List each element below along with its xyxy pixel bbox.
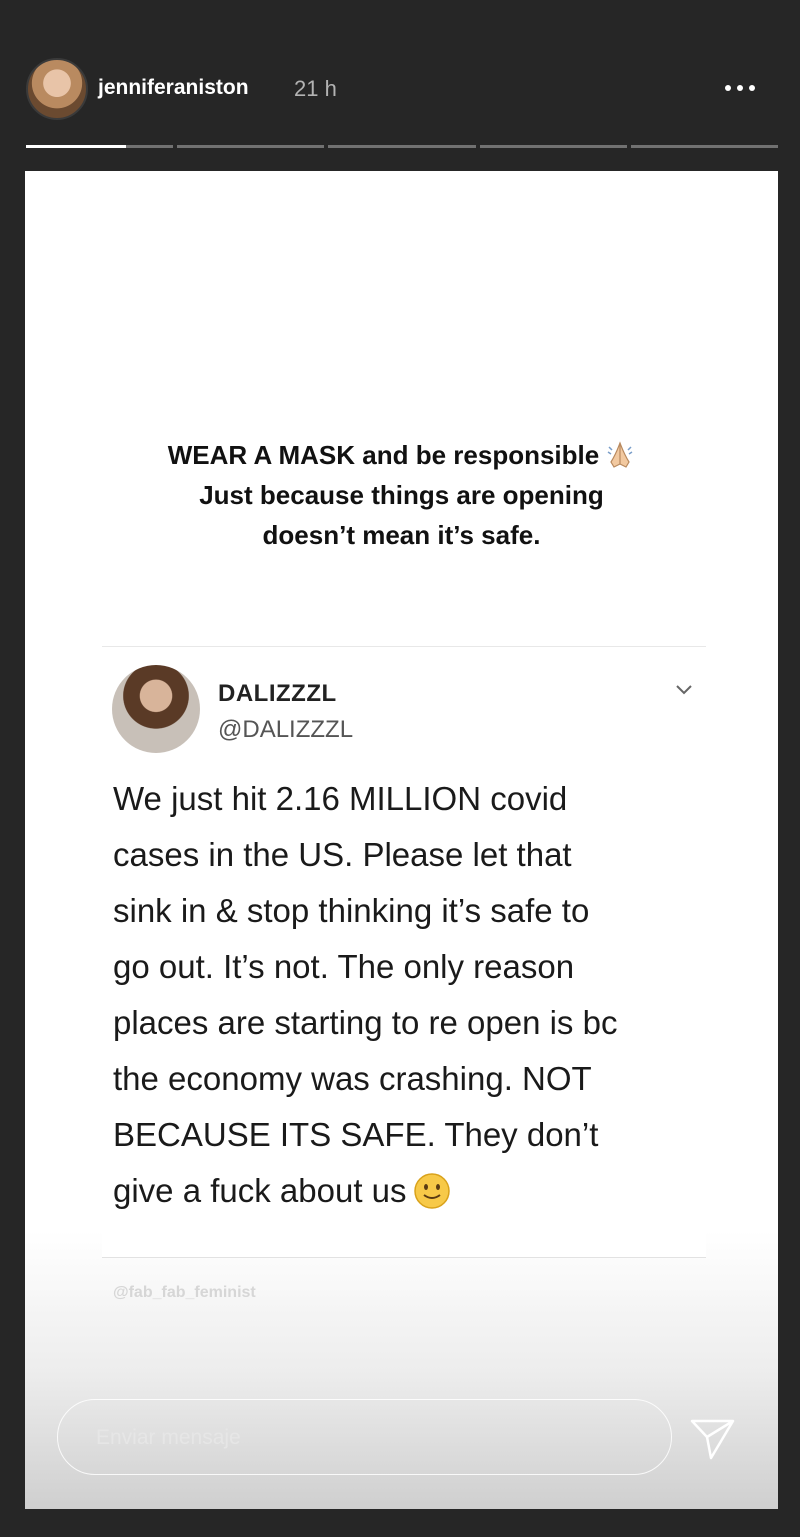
progress-segment (328, 145, 476, 148)
tweet-author-name: DALIZZZL (218, 680, 337, 707)
progress-segment (630, 145, 779, 148)
slightly-smiling-face-icon (413, 1171, 451, 1209)
tweet-line: sink in & stop thinking it’s safe to (113, 892, 590, 929)
progress-segment (177, 145, 325, 148)
caption-line-2: Just because things are opening (199, 480, 604, 510)
more-options-icon[interactable] (716, 70, 764, 106)
tweet-avatar (112, 665, 200, 753)
caption-line-3: doesn’t mean it’s safe. (262, 520, 541, 550)
story-content[interactable]: WEAR A MASK and be responsible Just beca… (25, 171, 778, 1509)
tweet-card: DALIZZZL @DALIZZZL We just hit 2.16 MILL… (102, 646, 706, 1258)
message-placeholder: Enviar mensaje (96, 1426, 241, 1449)
tweet-line: cases in the US. Please let that (113, 836, 572, 873)
folded-hands-icon (605, 440, 635, 470)
tweet-line: give a fuck about us (113, 1172, 407, 1209)
tweet-author-handle: @DALIZZZL (218, 716, 354, 743)
send-message-input[interactable]: Enviar mensaje (57, 1399, 672, 1475)
tweet-line: the economy was crashing. NOT (113, 1060, 592, 1097)
post-time: 21 h (294, 76, 337, 101)
story-caption: WEAR A MASK and be responsible Just beca… (25, 435, 778, 555)
story-progress-bar (26, 145, 779, 149)
send-icon[interactable] (687, 1413, 737, 1463)
progress-segment (26, 145, 174, 148)
progress-fill (26, 145, 127, 148)
user-avatar[interactable] (26, 58, 88, 120)
progress-segment (479, 145, 627, 148)
tweet-line: BECAUSE ITS SAFE. They don’t (113, 1116, 599, 1153)
tweet-line: go out. It’s not. The only reason (113, 948, 575, 985)
tweet-line: We just hit 2.16 MILLION covid (113, 780, 568, 817)
tweet-text: We just hit 2.16 MILLION covid cases in … (113, 771, 703, 1219)
caption-line-1: WEAR A MASK and be responsible (167, 440, 600, 470)
chevron-down-icon (672, 677, 696, 701)
tweet-line: places are starting to re open is bc (113, 1004, 618, 1041)
username[interactable]: jenniferaniston (98, 76, 249, 100)
watermark: @fab_fab_feminist (113, 1284, 256, 1301)
